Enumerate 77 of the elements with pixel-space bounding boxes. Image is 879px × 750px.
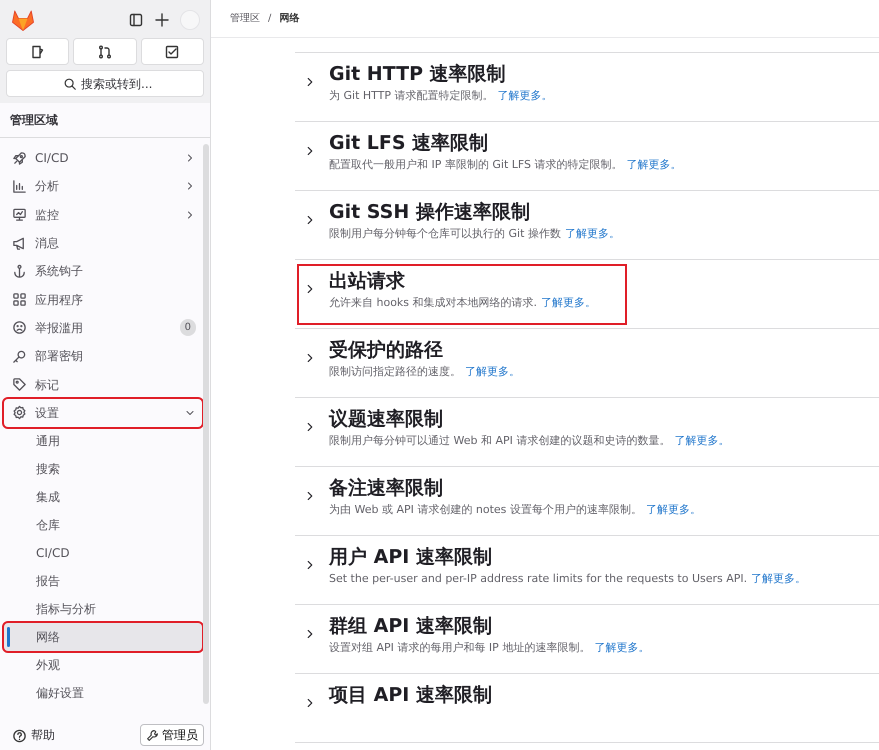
sidebar-subitem[interactable]: 集成	[4, 482, 202, 511]
learn-more-link[interactable]: 了解更多。	[498, 88, 553, 102]
learn-more-link[interactable]: 了解更多。	[594, 640, 650, 654]
gitlab-logo-icon	[10, 8, 36, 32]
sidebar-item[interactable]: 监控	[4, 200, 202, 229]
section-description: 为由 Web 或 API 请求创建的 notes 设置每个用户的速率限制。 了解更多。	[329, 502, 701, 518]
learn-more-link[interactable]: 了解更多。	[626, 158, 682, 171]
sidebar-subitem[interactable]: 搜索	[4, 454, 202, 483]
anchor-icon	[12, 264, 27, 279]
sidebar-item[interactable]: 应用程序	[4, 285, 202, 314]
grid-icon	[12, 292, 27, 308]
sidebar-toggle-icon	[128, 12, 144, 28]
section-description: 为 Git HTTP 请求配置特定限制。 了解更多。	[329, 88, 553, 104]
gear-icon	[12, 405, 27, 420]
section-description: 设置对组 API 请求的每用户和每 IP 地址的速率限制。 了解更多。	[329, 640, 650, 656]
plus-icon	[154, 12, 170, 28]
search-field[interactable]: 搜索或转到...	[6, 70, 204, 97]
section-title[interactable]: Git SSH 操作速率限制	[329, 201, 620, 224]
sidebar-item[interactable]: 分析	[4, 172, 202, 201]
learn-more-link[interactable]: 了解更多。	[751, 572, 806, 585]
sad-face-icon	[12, 320, 27, 336]
section-title[interactable]: 项目 API 速率限制	[329, 684, 492, 707]
section-title[interactable]: 备注速率限制	[329, 477, 701, 500]
section-title[interactable]: 用户 API 速率限制	[329, 546, 806, 569]
section-title[interactable]: 受保护的路径	[329, 339, 520, 362]
learn-more-link[interactable]: 了解更多。	[541, 296, 596, 309]
help-icon	[12, 728, 27, 742]
key-icon	[12, 348, 27, 364]
section-description: 限制访问指定路径的速度。 了解更多。	[329, 364, 520, 380]
sidebar-item[interactable]: 系统钩子	[4, 257, 202, 286]
learn-more-link[interactable]: 了解更多。	[465, 364, 520, 378]
megaphone-icon	[12, 236, 27, 251]
section-title[interactable]: 议题速率限制	[329, 408, 730, 431]
wrench-icon	[146, 728, 159, 742]
issue-icon	[30, 44, 46, 60]
sidebar-subitem[interactable]: 报告	[4, 566, 202, 595]
merge-request-icon	[96, 44, 113, 60]
sidebar-item[interactable]: CI/CD	[4, 144, 202, 172]
section-description: 配置取代一般用户和 IP 率限制的 Git LFS 请求的特定限制。 了解更多。	[329, 156, 682, 173]
sidebar-item[interactable]: 部署密钥	[4, 342, 202, 370]
breadcrumb-link[interactable]: 网络	[279, 11, 300, 26]
monitor-icon	[12, 207, 27, 222]
sidebar-subitem[interactable]: 指标与分析	[4, 594, 202, 623]
section-description: 限制用户每分钟每个仓库可以执行的 Git 操作数 了解更多。	[329, 226, 620, 242]
sidebar-subitem[interactable]: CI/CD	[4, 538, 202, 567]
learn-more-link[interactable]: 了解更多。	[674, 434, 730, 447]
bar-chart-icon	[12, 178, 27, 194]
sidebar-subitem[interactable]: 通用	[4, 426, 202, 455]
checkbox-icon	[164, 44, 180, 60]
admin-button[interactable]: 管理员	[140, 724, 204, 746]
section-title[interactable]: Git LFS 速率限制	[329, 132, 682, 155]
issues-button[interactable]	[6, 38, 70, 65]
section-description: 限制用户每分钟可以通过 Web 和 API 请求创建的议题和史诗的数量。 了解更多。	[329, 432, 730, 449]
sidebar-subitem[interactable]: 偏好设置	[4, 678, 202, 707]
search-icon	[63, 77, 77, 91]
sidebar-subitem[interactable]: 网络	[4, 622, 202, 651]
rocket-icon	[12, 150, 27, 166]
sidebar-item[interactable]: 举报滥用 0	[4, 314, 202, 342]
section-title[interactable]: 群组 API 速率限制	[329, 615, 650, 638]
breadcrumb-link[interactable]: 管理区	[230, 11, 260, 26]
tag-icon	[12, 377, 27, 392]
learn-more-link[interactable]: 了解更多。	[564, 226, 620, 240]
section-title[interactable]: Git HTTP 速率限制	[329, 63, 553, 86]
sidebar-subitem[interactable]: 外观	[4, 650, 202, 679]
help-link[interactable]: 帮助	[12, 726, 55, 744]
count-badge: 0	[180, 319, 196, 336]
section-title[interactable]: 出站请求	[329, 270, 596, 293]
learn-more-link[interactable]: 了解更多。	[646, 502, 701, 516]
section-description: Set the per-user and per-IP address rate limits for the requests to Users API. 了解更多。	[329, 570, 806, 587]
sidebar-subitem[interactable]: 仓库	[4, 510, 202, 539]
todo-button[interactable]	[140, 38, 204, 65]
breadcrumb-separator: /	[268, 12, 272, 26]
sidebar-item[interactable]: 标记	[4, 370, 202, 399]
section-description: 允许来自 hooks 和集成对本地网络的请求. 了解更多。	[329, 294, 596, 311]
sidebar-item[interactable]: 消息	[4, 228, 202, 258]
sidebar-item[interactable]: 设置	[4, 398, 202, 427]
merge-requests-button[interactable]	[73, 38, 137, 65]
